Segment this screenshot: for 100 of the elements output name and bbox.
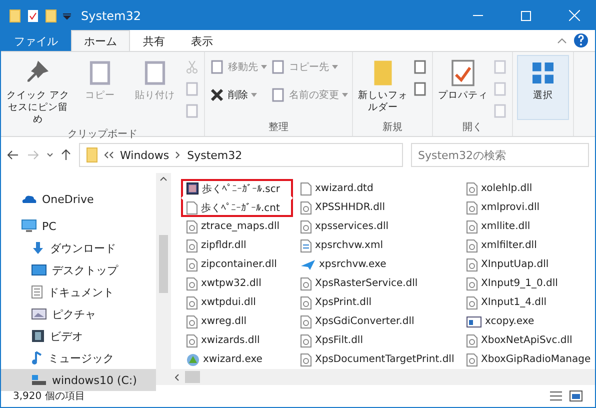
folder-icon bbox=[9, 8, 21, 22]
gear-file-icon bbox=[466, 334, 478, 348]
ribbon-group-label: 新規 bbox=[382, 120, 404, 135]
large-icons-view-icon[interactable] bbox=[569, 390, 583, 402]
file-item[interactable]: XpsRasterService.dll bbox=[295, 274, 423, 293]
ribbon-group-label: 開く bbox=[462, 121, 484, 135]
file-item[interactable]: zipfldr.dll bbox=[181, 236, 252, 255]
maximize-icon[interactable] bbox=[521, 10, 531, 20]
ribbon-small-button[interactable]: 削除 bbox=[209, 87, 267, 103]
double-chevron-icon bbox=[104, 151, 114, 159]
file-item[interactable]: xwreg.dll bbox=[181, 312, 252, 331]
file-item[interactable]: xpsservices.dll bbox=[295, 217, 394, 236]
ribbon-button[interactable]: プロパティ bbox=[437, 55, 489, 120]
file-item[interactable]: xwizards.dll bbox=[181, 331, 265, 350]
file-item[interactable]: xwizard.exe bbox=[181, 350, 268, 369]
sidebar-item[interactable]: ドキュメント bbox=[1, 281, 156, 303]
file-item[interactable]: XPSSHHDR.dll bbox=[295, 198, 390, 217]
cloud-icon bbox=[21, 194, 37, 204]
back-arrow-icon[interactable] bbox=[7, 150, 19, 160]
file-item[interactable]: ztrace_maps.dll bbox=[181, 217, 285, 236]
gear-file-icon bbox=[186, 258, 198, 272]
music-note-icon bbox=[31, 351, 43, 365]
sidebar-item[interactable]: デスクトップ bbox=[1, 259, 156, 281]
ribbon-button[interactable]: 新しいフォルダー bbox=[357, 55, 409, 120]
gear-file-icon bbox=[186, 296, 198, 310]
sidebar-item[interactable]: OneDrive bbox=[1, 188, 156, 210]
file-item[interactable]: xwizard.dtd bbox=[295, 179, 378, 198]
gear-file-icon bbox=[466, 182, 478, 196]
gear-file-icon bbox=[300, 314, 312, 328]
file-item[interactable]: xpsrchvw.xml bbox=[295, 236, 388, 255]
file-item[interactable]: 歩くﾍﾟﾆｰｶﾞｰﾙ.cnt bbox=[181, 198, 293, 217]
caret-icon bbox=[261, 65, 267, 69]
file-item[interactable]: XInput9_1_0.dll bbox=[461, 274, 563, 293]
file-item[interactable]: XInput1_4.dll bbox=[461, 293, 552, 312]
file-menu-tab[interactable]: ファイル bbox=[1, 30, 71, 51]
checkmark-document-icon bbox=[27, 8, 39, 22]
desktop-icon bbox=[31, 264, 47, 276]
file-item[interactable]: XpsPrint.dll bbox=[295, 293, 376, 312]
item-count: 3,920 個の項目 bbox=[13, 390, 85, 403]
sidebar-item[interactable]: PC bbox=[1, 215, 156, 237]
search-field[interactable]: System32の検索 bbox=[411, 143, 589, 167]
ribbon-button[interactable]: クイック アクセスにピン留め bbox=[5, 55, 71, 127]
scrollbar-thumb[interactable] bbox=[159, 235, 168, 293]
details-view-icon[interactable] bbox=[549, 390, 563, 402]
file-item[interactable]: 歩くﾍﾟﾆｰｶﾞｰﾙ.scr bbox=[181, 179, 293, 198]
breadcrumb[interactable]: System32 bbox=[187, 148, 242, 162]
gear-file-icon bbox=[466, 220, 478, 234]
caret-icon bbox=[332, 65, 338, 69]
file-item[interactable]: xolehlp.dll bbox=[461, 179, 538, 198]
file-item[interactable]: xmlfilter.dll bbox=[461, 236, 542, 255]
scissors-icon bbox=[184, 59, 200, 75]
ribbon-group-label: 整理 bbox=[268, 121, 290, 135]
file-item[interactable]: xpsrchvw.exe bbox=[295, 255, 392, 274]
picture-icon bbox=[31, 308, 47, 320]
sidebar-item[interactable]: windows10 (C:) bbox=[1, 369, 156, 391]
file-item[interactable]: xwtpdui.dll bbox=[181, 293, 261, 312]
file-item[interactable]: zipcontainer.dll bbox=[181, 255, 282, 274]
file-item[interactable]: XInputUap.dll bbox=[461, 255, 554, 274]
ribbon-tab[interactable]: ホーム bbox=[71, 30, 130, 51]
chevron-left-icon[interactable] bbox=[175, 374, 179, 380]
caret-icon bbox=[342, 93, 348, 97]
forward-arrow-icon[interactable] bbox=[27, 150, 39, 160]
sidebar-item[interactable]: ミュージック bbox=[1, 347, 156, 369]
sidebar-item[interactable]: ピクチャ bbox=[1, 303, 156, 325]
monitor-icon bbox=[21, 219, 37, 233]
gear-file-icon bbox=[186, 334, 198, 348]
screensaver-icon bbox=[186, 182, 199, 195]
file-item[interactable]: XboxNetApiSvc.dll bbox=[461, 331, 578, 350]
file-item[interactable]: xwtpw32.dll bbox=[181, 274, 266, 293]
gear-file-icon bbox=[300, 220, 312, 234]
file-item[interactable]: XpsGdiConverter.dll bbox=[295, 312, 420, 331]
gear-file-icon bbox=[300, 200, 312, 214]
file-item[interactable]: XpsFilt.dll bbox=[295, 331, 368, 350]
scrollbar[interactable] bbox=[156, 173, 171, 385]
sidebar-item[interactable]: ビデオ bbox=[1, 325, 156, 347]
chevron-icon bbox=[175, 151, 182, 159]
ribbon-button[interactable]: 選択 bbox=[517, 55, 569, 120]
file-item[interactable]: xmllite.dll bbox=[461, 217, 536, 236]
paper-plane-icon bbox=[300, 258, 316, 270]
file-item[interactable]: XpsDocumentTargetPrint.dll bbox=[295, 350, 460, 369]
file-item[interactable]: xcopy.exe bbox=[461, 312, 540, 331]
drive-icon bbox=[31, 374, 47, 386]
chevron-down-icon[interactable] bbox=[47, 153, 53, 157]
breadcrumb[interactable]: Windows bbox=[120, 148, 170, 162]
close-icon[interactable] bbox=[568, 10, 580, 21]
gear-file-icon bbox=[186, 238, 198, 252]
sidebar-item[interactable]: ダウンロード bbox=[1, 237, 156, 259]
gear-file-icon bbox=[186, 314, 198, 328]
caret-icon bbox=[251, 93, 257, 97]
chevron-up-icon[interactable] bbox=[160, 177, 167, 181]
dropdown-icon[interactable] bbox=[63, 12, 71, 20]
gear-file-icon bbox=[300, 276, 312, 290]
horizontal-scrollbar[interactable] bbox=[171, 369, 595, 385]
scrollbar-thumb[interactable] bbox=[185, 371, 200, 383]
up-arrow-icon[interactable] bbox=[61, 149, 71, 161]
file-item[interactable]: XboxGipRadioManage bbox=[461, 350, 595, 369]
gear-file-icon bbox=[466, 200, 478, 214]
file-item[interactable]: xmlprovi.dll bbox=[461, 198, 545, 217]
address-bar[interactable]: Windows System32 bbox=[79, 143, 403, 167]
ribbon-group-label: クリップボード bbox=[66, 128, 138, 141]
